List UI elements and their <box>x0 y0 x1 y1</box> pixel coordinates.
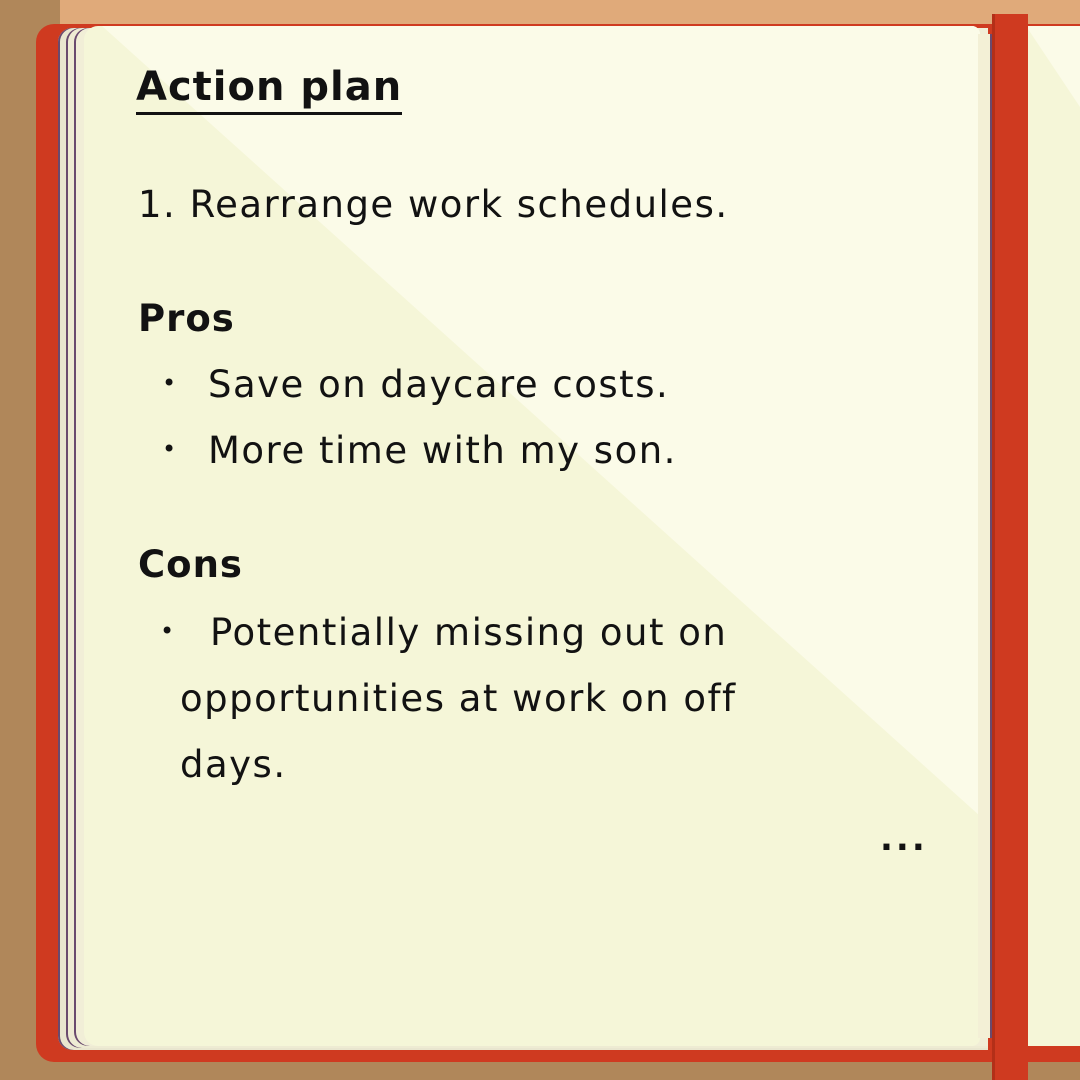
bullet-marker: • <box>162 435 177 463</box>
cons-item-line: days. <box>180 743 287 786</box>
continuation-ellipsis: ... <box>880 819 928 859</box>
bullet-marker: • <box>162 369 177 397</box>
cons-item-line: opportunities at work on off <box>180 677 737 720</box>
page-title: Action plan <box>136 64 403 115</box>
pros-item: More time with my son. <box>208 429 677 472</box>
pros-item: Save on daycare costs. <box>208 363 670 406</box>
plan-item: 1. Rearrange work schedules. <box>138 183 729 226</box>
bullet-marker: • <box>160 617 175 645</box>
cons-item-line: Potentially missing out on <box>210 611 728 654</box>
pros-heading: Pros <box>138 297 235 340</box>
notebook-illustration: Action plan 1. Rearrange work schedules.… <box>0 0 1080 1080</box>
handwritten-notes: Action plan 1. Rearrange work schedules.… <box>0 0 1080 1080</box>
cons-heading: Cons <box>138 543 243 586</box>
